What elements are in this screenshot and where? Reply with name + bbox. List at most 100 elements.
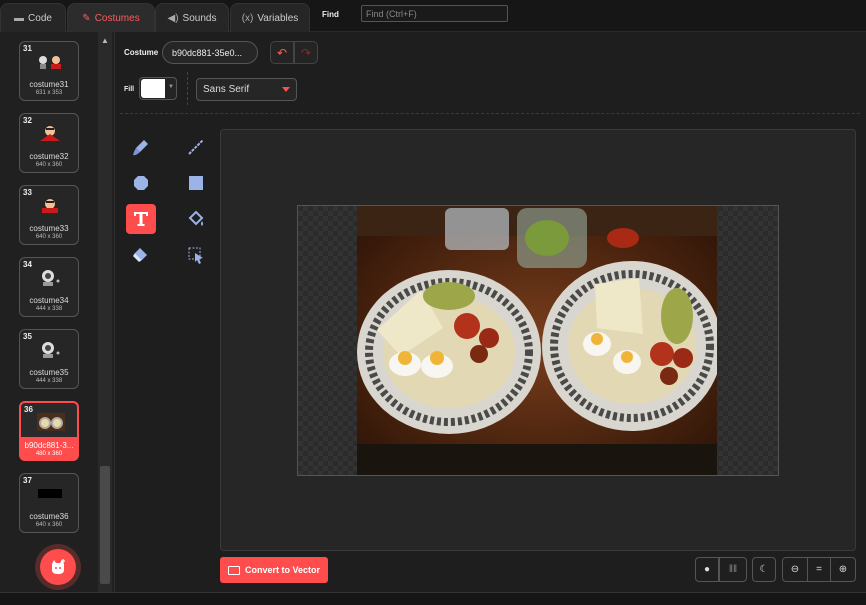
font-dropdown[interactable]: Sans Serif [196, 78, 297, 101]
costume-item-32[interactable]: 32 costume32 640 x 360 [19, 113, 79, 173]
chevron-down-icon: ▼ [168, 84, 174, 90]
tab-code[interactable]: ▬ Code [0, 3, 66, 32]
zoom-out-icon: ⊖ [790, 564, 800, 575]
fill-color-picker[interactable]: ▼ [139, 77, 177, 100]
zoom-in-button[interactable]: ⊕ [830, 557, 856, 582]
costume-name: costume33 [29, 224, 69, 233]
tab-variables-label: Variables [257, 12, 299, 24]
scrollbar-thumb[interactable] [100, 466, 110, 584]
convert-to-vector-label: Convert to Vector [244, 565, 320, 575]
tab-sounds[interactable]: ◀) Sounds [155, 3, 229, 32]
costume-size: 640 x 360 [35, 522, 63, 528]
caret-down-icon [282, 87, 290, 92]
costume-number: 31 [23, 44, 32, 53]
zoom-in-icon: ⊕ [838, 564, 848, 575]
costume-name: costume35 [29, 368, 69, 377]
costume-thumbnail [37, 413, 65, 431]
tab-code-label: Code [28, 12, 52, 24]
select-icon [188, 247, 203, 264]
find-input[interactable] [361, 5, 508, 22]
add-costume-button[interactable] [40, 549, 76, 585]
convert-to-vector-button[interactable]: Convert to Vector [220, 557, 328, 583]
zoom-reset-button[interactable]: = [807, 557, 831, 582]
toolbar-divider [187, 72, 188, 105]
onion-skin-button[interactable]: ‖‖ [719, 557, 747, 582]
rectangle-icon [189, 176, 203, 190]
brush-icon [133, 140, 148, 156]
cat-icon: ● [703, 564, 711, 575]
costume-number: 33 [23, 188, 32, 197]
costume-number: 36 [24, 405, 33, 414]
dark-mode-button[interactable]: ☾ [752, 557, 776, 582]
lines-icon: ‖‖ [728, 564, 738, 575]
select-tool[interactable] [181, 240, 211, 270]
line-icon [188, 139, 204, 155]
cat-add-icon [52, 559, 65, 574]
costume-size: 444 x 338 [35, 378, 63, 384]
costume-name: costume32 [29, 152, 69, 161]
rectangle-tool[interactable] [181, 168, 211, 198]
scroll-up-arrow-icon[interactable]: ▲ [101, 36, 109, 45]
costume-size: 444 x 338 [35, 306, 63, 312]
costume-thumbnail [39, 56, 61, 69]
tab-variables[interactable]: (x) Variables [230, 3, 310, 32]
zoom-out-button[interactable]: ⊖ [782, 557, 808, 582]
tab-sounds-label: Sounds [182, 12, 217, 24]
costume-number: 37 [23, 476, 32, 485]
costume-item-33[interactable]: 33 costume33 640 x 360 [19, 185, 79, 245]
costume-name-label: Costume [124, 48, 159, 57]
zoom-reset-label: = [816, 564, 822, 575]
variables-icon: (x) [241, 12, 254, 24]
costume-thumbnail [42, 270, 60, 286]
bitmap-mode-button[interactable]: ● [695, 557, 719, 582]
costume-item-37[interactable]: 37 costume36 640 x 360 [19, 473, 79, 533]
line-tool[interactable] [181, 132, 211, 162]
costume-name: b90dc881-3... [24, 441, 74, 450]
costume-size: 631 x 353 [35, 90, 63, 96]
text-icon [134, 212, 148, 226]
image-icon [227, 565, 240, 575]
toolbar-divider-horizontal [120, 113, 860, 114]
costume-thumbnail [38, 489, 62, 498]
brush-tool[interactable] [126, 132, 156, 162]
paint-bucket-icon [188, 210, 204, 226]
circle-icon [134, 176, 148, 190]
undo-icon: ↶ [276, 45, 288, 60]
costume-number: 35 [23, 332, 32, 341]
costume-number: 34 [23, 260, 32, 269]
font-dropdown-value: Sans Serif [203, 84, 250, 95]
code-icon: ▬ [14, 12, 25, 24]
costume-name: costume34 [29, 296, 69, 305]
costume-name: costume36 [29, 512, 69, 521]
costume-name: costume31 [29, 80, 69, 89]
tab-costumes-label: Costumes [94, 12, 140, 24]
fill-label: Fill [124, 86, 135, 93]
find-label: Find [322, 10, 339, 19]
moon-icon: ☾ [759, 564, 769, 575]
costume-bitmap-image[interactable] [357, 206, 717, 475]
redo-icon: ↷ [300, 45, 312, 60]
costume-size: 480 x 360 [35, 451, 63, 457]
costume-item-35[interactable]: 35 costume35 444 x 338 [19, 329, 79, 389]
redo-button[interactable]: ↷ [294, 41, 318, 64]
costume-name-input[interactable] [162, 41, 258, 64]
fill-color-swatch [141, 79, 165, 98]
tab-costumes[interactable]: ✎ Costumes [67, 3, 155, 32]
costume-number: 32 [23, 116, 32, 125]
eraser-icon [133, 248, 147, 262]
costume-size: 640 x 360 [35, 162, 63, 168]
costume-thumbnail [40, 126, 60, 141]
costume-item-31[interactable]: 31 costume31 631 x 353 [19, 41, 79, 101]
costume-item-34[interactable]: 34 costume34 444 x 338 [19, 257, 79, 317]
fill-tool[interactable] [181, 204, 211, 234]
text-tool[interactable] [126, 204, 156, 234]
costume-thumbnail [42, 199, 58, 213]
brush-icon: ✎ [82, 12, 91, 24]
eraser-tool[interactable] [126, 240, 156, 270]
undo-button[interactable]: ↶ [270, 41, 294, 64]
circle-tool[interactable] [126, 168, 156, 198]
costume-item-36-selected[interactable]: 36 b90dc881-3... 480 x 360 [19, 401, 79, 461]
costume-size: 640 x 360 [35, 234, 63, 240]
speaker-icon: ◀) [167, 12, 179, 24]
costume-thumbnail [42, 342, 60, 358]
